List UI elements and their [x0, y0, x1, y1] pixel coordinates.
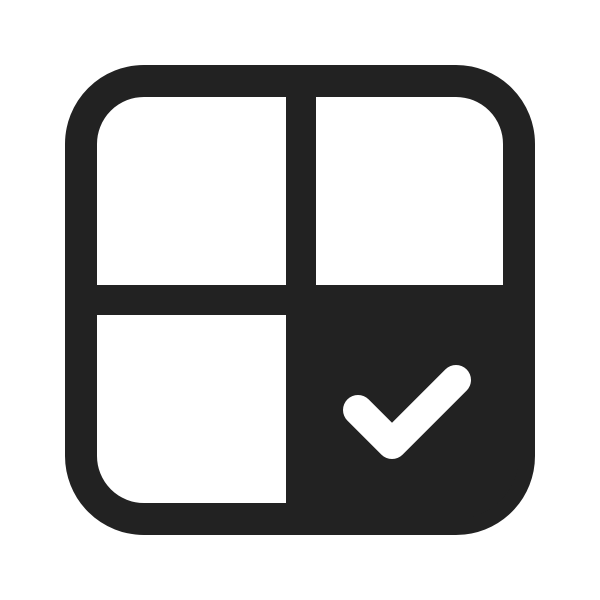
filled-bottom-right-cell: [286, 285, 519, 519]
grid-checkmark-icon: [0, 0, 600, 600]
grid-checkmark-svg: [65, 65, 535, 535]
grid-line-vertical: [286, 81, 316, 301]
icon-canvas: [0, 0, 600, 600]
